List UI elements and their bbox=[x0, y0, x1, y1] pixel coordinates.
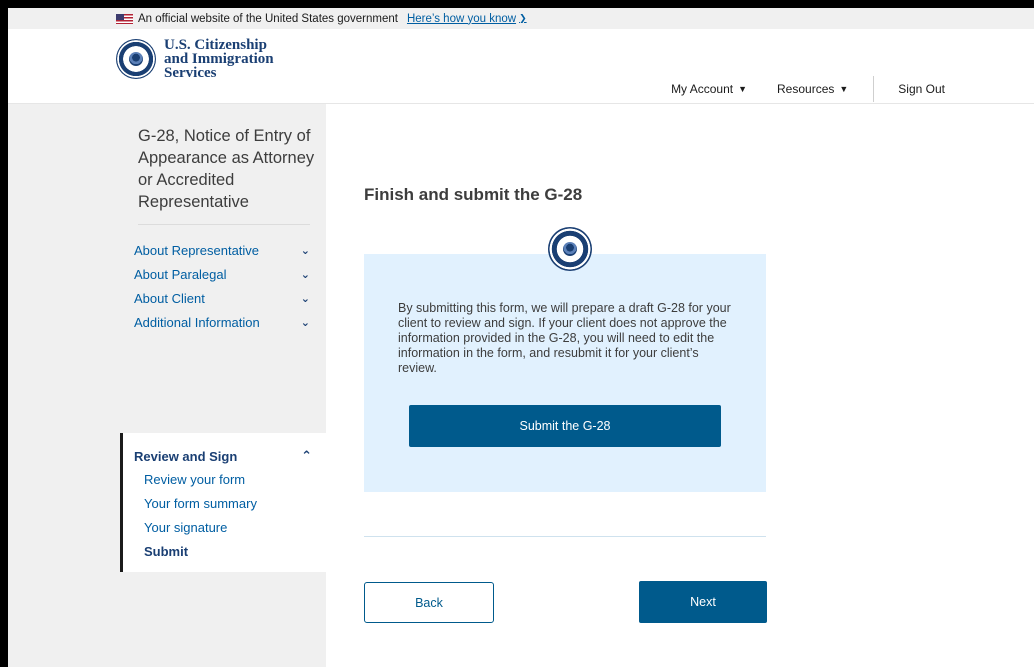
caret-down-icon: ▼ bbox=[839, 84, 849, 94]
review-and-sign-section: Review and Sign ⌃ Review your form Your … bbox=[120, 433, 326, 572]
logo-line-1: U.S. Citizenship bbox=[164, 37, 267, 53]
sidebar-subitem-review-your-form[interactable]: Review your form bbox=[134, 468, 326, 492]
chevron-down-icon: ❯ bbox=[519, 13, 527, 23]
sidebar-subitem-your-form-summary[interactable]: Your form summary bbox=[134, 492, 326, 516]
my-account-menu[interactable]: My Account ▼ bbox=[671, 82, 747, 96]
gov-banner: An official website of the United States… bbox=[8, 8, 1034, 29]
chevron-down-icon: ⌄ bbox=[300, 292, 310, 305]
gov-banner-text: An official website of the United States… bbox=[138, 12, 398, 25]
uscis-logo[interactable]: U.S. Citizenship and Immigration Service… bbox=[116, 37, 274, 81]
logo-line-2: and Immigration bbox=[164, 51, 274, 67]
sign-out-link[interactable]: Sign Out bbox=[898, 82, 945, 96]
dhs-seal-icon bbox=[116, 39, 156, 79]
chevron-up-icon: ⌃ bbox=[301, 448, 312, 463]
submit-g28-button[interactable]: Submit the G-28 bbox=[409, 405, 721, 447]
sidebar-item-review-and-sign[interactable]: Review and Sign ⌃ bbox=[134, 444, 326, 468]
back-button[interactable]: Back bbox=[364, 582, 494, 623]
sidebar-item-about-representative[interactable]: About Representative ⌄ bbox=[134, 238, 326, 262]
us-flag-icon bbox=[116, 13, 133, 24]
heres-how-you-know-label: Here’s how you know bbox=[406, 12, 517, 25]
content-divider bbox=[364, 536, 766, 537]
browser-viewport: An official website of the United States… bbox=[8, 8, 1034, 667]
nav-divider bbox=[873, 76, 875, 102]
dhs-seal-icon bbox=[548, 227, 592, 271]
chevron-down-icon: ⌄ bbox=[300, 268, 310, 281]
next-button[interactable]: Next bbox=[639, 581, 767, 623]
my-account-label: My Account bbox=[671, 82, 734, 96]
page-title: Finish and submit the G-28 bbox=[364, 185, 583, 204]
site-header: U.S. Citizenship and Immigration Service… bbox=[8, 29, 1034, 104]
logo-text: U.S. Citizenship and Immigration Service… bbox=[164, 37, 274, 81]
sidebar-subitem-submit[interactable]: Submit bbox=[134, 540, 326, 564]
section-label: Additional Information bbox=[134, 314, 260, 330]
heres-how-you-know-link[interactable]: Here’s how you know ❯ bbox=[407, 13, 527, 25]
logo-line-3: Services bbox=[164, 65, 217, 81]
resources-menu[interactable]: Resources ▼ bbox=[777, 82, 848, 96]
section-label: About Paralegal bbox=[134, 266, 227, 282]
section-label: About Client bbox=[134, 290, 205, 306]
section-label: About Representative bbox=[134, 242, 260, 258]
submit-info-card: By submitting this form, we will prepare… bbox=[364, 254, 766, 492]
chevron-down-icon: ⌄ bbox=[300, 316, 310, 329]
form-sidebar: G-28, Notice of Entry of Appearance as A… bbox=[8, 104, 326, 667]
form-title: G-28, Notice of Entry of Appearance as A… bbox=[138, 127, 315, 211]
caret-down-icon: ▼ bbox=[738, 84, 748, 94]
form-sections-nav: About Representative ⌄ About Paralegal ⌄… bbox=[134, 238, 326, 334]
section-label: Review and Sign bbox=[134, 448, 238, 464]
sidebar-item-about-paralegal[interactable]: About Paralegal ⌄ bbox=[134, 262, 326, 286]
sidebar-item-additional-information[interactable]: Additional Information ⌄ bbox=[134, 310, 326, 334]
sidebar-subitem-your-signature[interactable]: Your signature bbox=[134, 516, 326, 540]
submit-info-text: By submitting this form, we will prepare… bbox=[398, 301, 731, 375]
chevron-down-icon: ⌄ bbox=[300, 244, 310, 257]
resources-label: Resources bbox=[777, 82, 835, 96]
sidebar-divider bbox=[138, 224, 310, 225]
sidebar-item-about-client[interactable]: About Client ⌄ bbox=[134, 286, 326, 310]
header-nav: My Account ▼ Resources ▼ Sign Out bbox=[671, 76, 1034, 102]
